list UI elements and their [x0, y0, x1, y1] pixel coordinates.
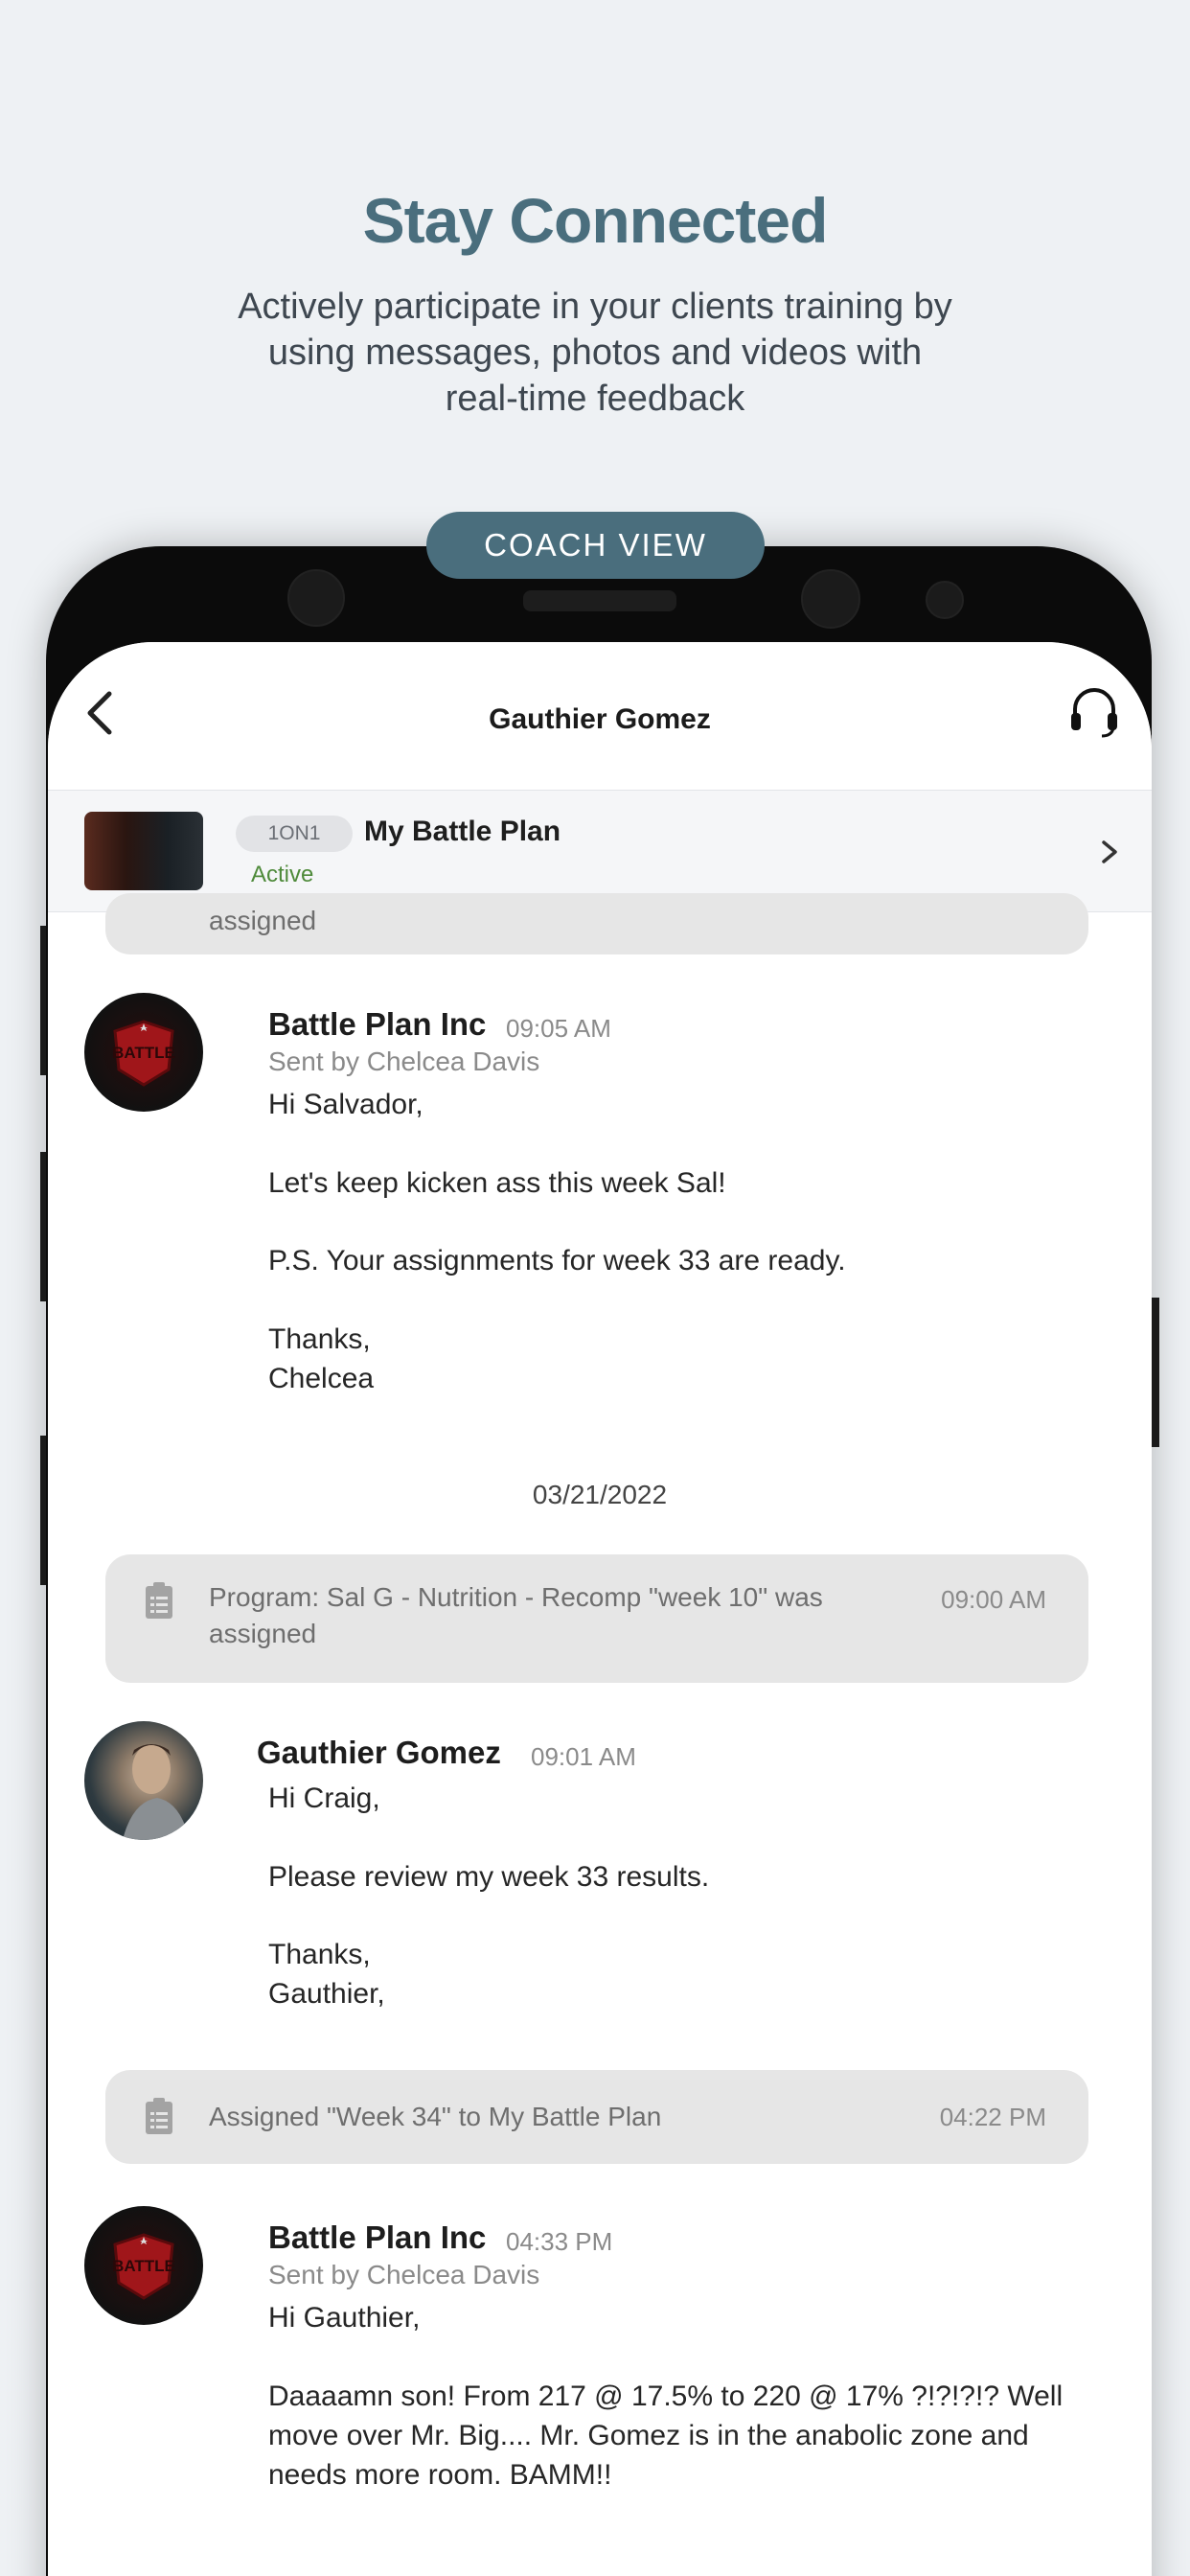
headset-icon[interactable]	[1065, 682, 1123, 740]
sensor-icon	[926, 581, 964, 619]
message-text: Daaaamn son! From 217 @ 17.5% to 220 @ 1…	[268, 2380, 1064, 2412]
message-text: Hi Gauthier,	[268, 2302, 421, 2334]
plan-thumbnail	[84, 812, 203, 890]
message-text: Chelcea	[268, 1363, 375, 1394]
plan-name: My Battle Plan	[364, 816, 561, 847]
sender-name: Battle Plan Inc	[268, 2220, 487, 2255]
nav-bar: Gauthier Gomez	[48, 642, 1152, 788]
message-text: Thanks,	[268, 1323, 371, 1355]
app-screen: Gauthier Gomez 1ON1 My Battle Plan Activ…	[48, 642, 1152, 2576]
message-time: 09:01 AM	[531, 1742, 636, 1771]
clipboard-icon	[146, 2098, 172, 2134]
message-text: Gauthier,	[268, 1978, 385, 2010]
message-text: Please review my week 33 results.	[268, 1861, 710, 1893]
logo-text: BATTLE	[112, 2257, 175, 2275]
message-text: needs more room. BAMM!!	[268, 2459, 612, 2491]
phone-side-button	[40, 1152, 46, 1301]
message-time: 04:33 PM	[506, 2227, 613, 2256]
sender-name: Gauthier Gomez	[257, 1735, 501, 1770]
system-message-line: assigned	[209, 1619, 317, 1648]
clipboard-icon	[146, 1582, 172, 1619]
message-text: Hi Craig,	[268, 1782, 380, 1814]
system-message: assigned	[105, 893, 1088, 954]
hero-subtitle-line: using messages, photos and videos with	[267, 333, 923, 373]
message-text: Thanks,	[268, 1939, 371, 1970]
system-message-text: assigned	[209, 906, 317, 935]
hero-title: Stay Connected	[362, 185, 829, 256]
system-message-time: 04:22 PM	[939, 2103, 1046, 2131]
hero-subtitle: Actively participate in your clients tra…	[164, 284, 1026, 422]
avatar[interactable]: BATTLE	[84, 993, 203, 1112]
system-message-time: 09:00 AM	[941, 1585, 1046, 1614]
system-message-text: Assigned "Week 34" to My Battle Plan	[209, 2102, 662, 2131]
camera-icon	[287, 569, 345, 627]
conversation-title: Gauthier Gomez	[489, 703, 711, 735]
date-separator: 03/21/2022	[532, 1480, 668, 1509]
phone-side-button	[40, 926, 46, 1075]
sent-by: Sent by Chelcea Davis	[268, 1046, 540, 1076]
chevron-right-icon[interactable]	[1094, 833, 1123, 871]
message-time: 09:05 AM	[506, 1014, 611, 1043]
sender-name: Battle Plan Inc	[268, 1006, 487, 1042]
message-feed: assigned BATTLE Battle Plan Inc 09:05 AM…	[48, 893, 1152, 2576]
message-text: P.S. Your assignments for week 33 are re…	[268, 1245, 846, 1276]
sent-by: Sent by Chelcea Davis	[268, 2260, 540, 2289]
coach-view-badge: COACH VIEW	[426, 512, 765, 579]
avatar[interactable]	[84, 1721, 203, 1840]
plan-status: Active	[251, 862, 314, 887]
system-message-line: Program: Sal G - Nutrition - Recomp "wee…	[209, 1582, 823, 1612]
hero-subtitle-line: real-time feedback	[445, 379, 745, 419]
message-text: Let's keep kicken ass this week Sal!	[268, 1167, 726, 1199]
phone-side-button	[1152, 1298, 1159, 1447]
system-message: Program: Sal G - Nutrition - Recomp "wee…	[105, 1554, 1088, 1683]
plan-type-badge: 1ON1	[236, 816, 353, 852]
hero-subtitle-line: Actively participate in your clients tra…	[238, 287, 952, 327]
logo-text: BATTLE	[112, 1044, 175, 1062]
message-text: Hi Salvador,	[268, 1089, 423, 1120]
system-message: Assigned "Week 34" to My Battle Plan 04:…	[105, 2070, 1088, 2164]
system-message-text: Program: Sal G - Nutrition - Recomp "wee…	[209, 1579, 823, 1652]
avatar[interactable]: BATTLE	[84, 2206, 203, 2325]
camera-icon	[801, 569, 860, 629]
message-text: move over Mr. Big.... Mr. Gomez is in th…	[268, 2420, 1029, 2451]
speaker-grille	[523, 590, 676, 611]
phone-side-button	[40, 1436, 46, 1585]
